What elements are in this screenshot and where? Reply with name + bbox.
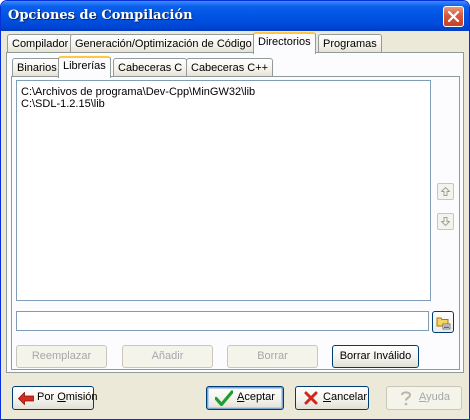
delete-label: Borrar [257, 350, 288, 362]
question-mark-icon [401, 391, 412, 406]
tab-label: Programas [323, 38, 377, 50]
label-part: ancelar [330, 391, 368, 403]
replace-button[interactable]: Reemplazar [16, 345, 107, 368]
ok-label: Aceptar [237, 387, 275, 408]
subtab-cabeceras-c[interactable]: Cabeceras C [113, 58, 188, 77]
subtab-cabeceras-cpp[interactable]: Cabeceras C++ [186, 58, 274, 77]
restore-defaults-button[interactable]: Por Omisión [12, 386, 98, 410]
cancel-button[interactable]: Cancelar [295, 386, 369, 410]
title-bar[interactable]: Opciones de Compilación [1, 1, 469, 31]
subtab-binarios[interactable]: Binarios [12, 58, 62, 77]
browse-folder-button[interactable] [432, 311, 454, 333]
label-part: ceptar [244, 391, 275, 403]
add-label: Añadir [151, 350, 184, 362]
label-accel: O [57, 391, 66, 403]
delete-button[interactable]: Borrar [227, 345, 318, 368]
red-x-icon [304, 391, 318, 405]
delete-invalid-label: Borrar Inválido [339, 350, 412, 362]
arrow-up-icon [441, 187, 450, 196]
green-check-icon [215, 390, 233, 406]
subtab-librerias[interactable]: Librerías [58, 56, 111, 78]
folder-browse-icon [436, 317, 451, 330]
add-button[interactable]: Añadir [122, 345, 213, 368]
tab-label: Directorios [258, 36, 311, 48]
tab-label: Binarios [17, 62, 57, 74]
help-label: Ayuda [419, 387, 450, 408]
label-part: Por [37, 391, 58, 403]
move-up-button[interactable] [437, 183, 454, 200]
arrow-down-icon [441, 217, 450, 226]
list-item[interactable]: C:\Archivos de programa\Dev-Cpp\MinGW32\… [21, 86, 430, 98]
move-down-button[interactable] [437, 213, 454, 230]
window-title: Opciones de Compilación [8, 8, 193, 23]
tab-label: Generación/Optimización de Código [75, 38, 252, 50]
red-left-arrow-icon [18, 392, 34, 405]
tab-label: Cabeceras C [118, 62, 183, 74]
tab-generacion-optimizacion[interactable]: Generación/Optimización de Código [70, 34, 257, 53]
tab-programas[interactable]: Programas [318, 34, 382, 53]
tab-label: Cabeceras C++ [191, 62, 269, 74]
directory-path-input[interactable] [16, 311, 429, 331]
ok-button[interactable]: Aceptar [206, 386, 284, 410]
help-button[interactable]: Ayuda [386, 386, 462, 410]
label-part: misión [65, 391, 98, 403]
cancel-label: Cancelar [323, 387, 367, 408]
tab-label: Librerías [63, 60, 106, 72]
close-x-icon [448, 11, 459, 22]
tab-directorios[interactable]: Directorios [253, 32, 316, 54]
tab-label: Compilador [12, 38, 69, 50]
directory-list[interactable]: C:\Archivos de programa\Dev-Cpp\MinGW32\… [16, 80, 431, 301]
tab-compilador[interactable]: Compilador [7, 34, 74, 53]
replace-label: Reemplazar [31, 350, 92, 362]
label-accel: C [323, 391, 331, 403]
label-part: yuda [426, 391, 450, 403]
restore-defaults-label: Por Omisión [37, 387, 98, 408]
delete-invalid-button[interactable]: Borrar Inválido [332, 345, 419, 368]
list-item[interactable]: C:\SDL-1.2.15\lib [21, 98, 430, 110]
close-button[interactable] [443, 6, 464, 27]
compiler-options-dialog: Opciones de Compilación Compilador Gener… [0, 0, 470, 420]
